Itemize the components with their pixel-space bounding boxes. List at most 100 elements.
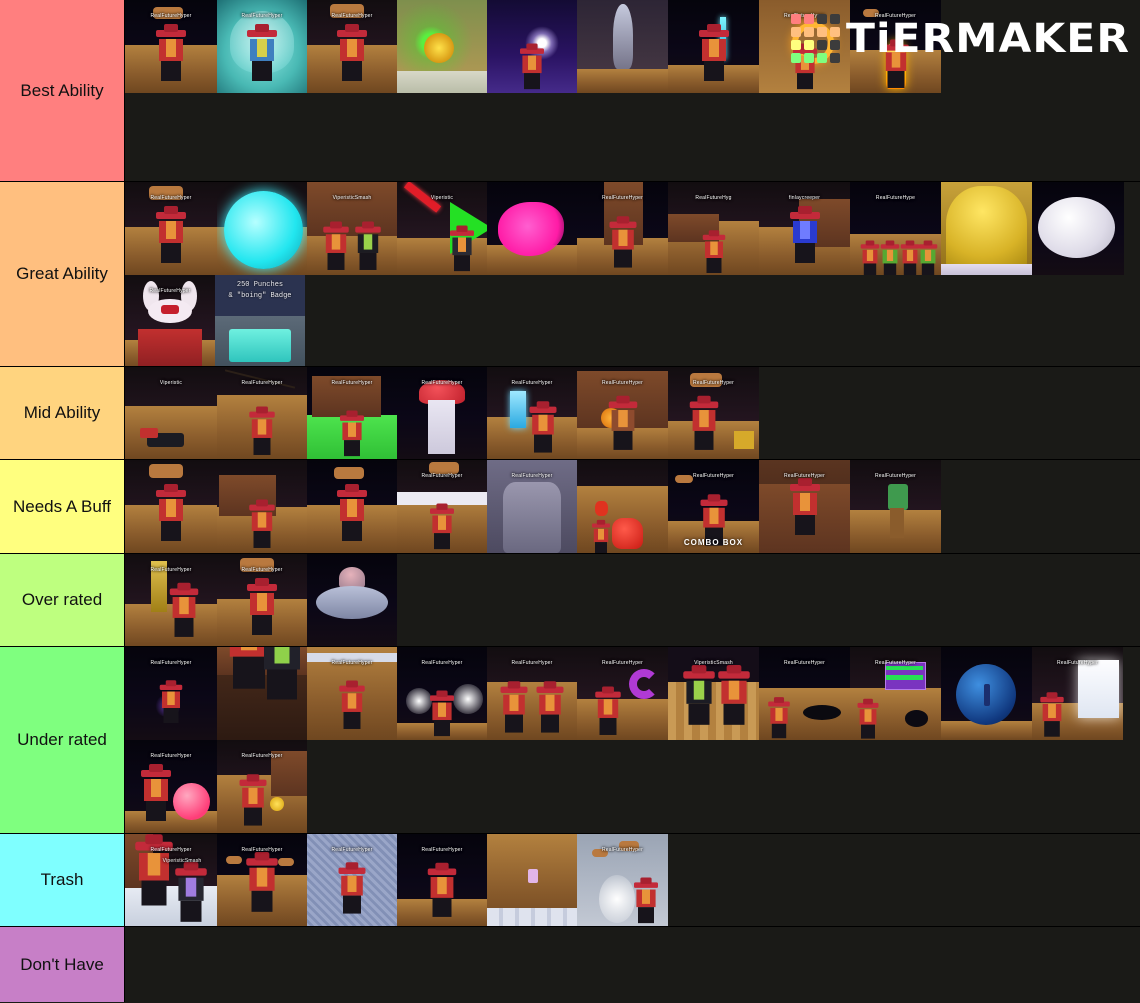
tier-item[interactable] [217,647,307,740]
avatar [426,863,458,918]
tier-item[interactable]: RealFutureHyper [307,647,397,740]
tier-item[interactable]: Viperistic [397,182,487,275]
tier-label-over-rated[interactable]: Over rated [0,554,125,646]
tier-item[interactable]: RealFutureHyper [217,554,307,646]
avatar [245,577,279,636]
tier-item[interactable] [1032,182,1124,275]
tier-label-trash[interactable]: Trash [0,834,125,926]
player-nameplate: RealFutureHype [875,195,916,202]
tier-items-container[interactable]: RealFutureHyper ViperisticSmash Viperistic… [125,182,1140,366]
tier-label-under-rated[interactable]: Under rated [0,647,125,833]
scene-backdrop [577,0,668,93]
tier-label-best-ability[interactable]: Best Ability [0,0,125,181]
avatar [767,697,791,739]
avatar [535,681,566,733]
tier-item[interactable]: RealFutureHyper [759,0,850,93]
tier-item[interactable] [217,182,307,275]
tier-item[interactable] [668,0,759,93]
tier-item[interactable]: RealFutureHyper [125,275,215,366]
tier-item[interactable]: RealFutureHyper [577,834,668,926]
tier-item[interactable] [577,0,668,93]
player-nameplate: RealFutureHyper [150,195,192,202]
tier-item[interactable]: finlaycreeper [759,182,850,275]
tier-item[interactable]: RealFutureHyper [759,647,850,740]
avatar [244,852,280,916]
tier-item[interactable]: ViperisticSmash [307,182,397,275]
tier-item[interactable]: RealFutureHyper [307,367,397,459]
tier-label-needs-a-buff[interactable]: Needs A Buff [0,460,125,553]
tier-item[interactable]: RealFutureHype [850,182,941,275]
player-nameplate: RealFutureHyper [241,380,283,387]
tier-items-container[interactable]: RealFutureHyper ViperisticSmash RealFuture… [125,834,1140,926]
tier-label-great-ability[interactable]: Great Ability [0,182,125,366]
tier-items-container[interactable]: RealFutureHyper RealFutureHyper RealFuture… [125,460,1140,553]
tier-items-container[interactable]: RealFutureHyper RealFutureHyper [125,554,1140,646]
player-nameplate: RealFutureHyper [511,660,553,667]
avatar [716,665,752,729]
tier-item[interactable]: RealFutureHyper [668,367,759,459]
tier-item[interactable] [487,0,577,93]
avatar [238,774,269,826]
tier-item[interactable]: RealFutureHyper [125,182,217,275]
tier-item[interactable]: RealFutureHyg [668,182,759,275]
player-nameplate: Viperistic [430,195,454,202]
tier-item[interactable]: Viperistic [125,367,217,459]
tier-item[interactable]: RealFutureHyper [125,554,217,646]
badge-subtitle: & "boing" Badge [228,291,292,300]
tier-item[interactable]: RealFutureHyper [850,0,941,93]
tier-item[interactable]: RealFutureHyper [759,460,850,553]
tier-item[interactable] [941,182,1032,275]
tier-item[interactable]: RealFutureHyper [850,460,941,553]
avatar [428,690,455,737]
tier-item[interactable]: RealFutureHyper [577,647,668,740]
scene-backdrop [125,460,217,553]
tier-item[interactable]: RealFutureHyper [217,834,307,926]
tier-items-container[interactable]: RealFutureHyper RealFutureHyper RealFuture… [125,647,1140,833]
tier-item[interactable] [397,0,487,93]
tier-item[interactable] [307,460,397,553]
tier-item[interactable]: ViperisticSmash [668,647,759,740]
tier-item[interactable]: RealFutureHyper [125,740,217,833]
tier-items-container[interactable]: Viperistic RealFutureHyper RealFutureHyper… [125,367,1140,459]
tier-item[interactable]: RealFutureHyper [397,460,487,553]
tier-item[interactable] [577,460,668,553]
avatar [338,410,365,457]
tier-item[interactable]: RealFutureHyper [487,367,577,459]
tier-item[interactable] [487,182,577,275]
tier-item[interactable] [941,647,1032,740]
tier-row: Best Ability RealFutureHyper RealFutureHyp… [0,0,1140,182]
tier-item[interactable]: RealFutureHyper [217,0,307,93]
tier-item[interactable] [487,834,577,926]
tier-item[interactable]: RealFutureHyper [487,460,577,553]
tier-item[interactable]: RealFutureHyper [850,647,941,740]
tier-item[interactable] [125,460,217,553]
tier-item[interactable]: RealFutureHyper [397,647,487,740]
tier-item[interactable]: 250 Punches & "boing" Badge [215,275,305,366]
tier-item[interactable] [307,554,397,646]
tier-item[interactable] [217,460,307,553]
tier-item[interactable]: RealFutureHyper [577,182,668,275]
tier-item[interactable]: RealFutureHyper [397,367,487,459]
scene-backdrop [941,182,1032,275]
tier-label-don-t-have[interactable]: Don't Have [0,927,125,1002]
scene-backdrop [577,460,668,553]
tier-label-mid-ability[interactable]: Mid Ability [0,367,125,459]
tier-item[interactable]: RealFutureHyper COMBO BOX [668,460,759,553]
tier-item[interactable]: RealFutureHyper [125,647,217,740]
tier-item[interactable]: RealFutureHyper [1032,647,1123,740]
avatar [518,43,545,90]
tier-item[interactable]: RealFutureHyper [307,834,397,926]
tier-item[interactable]: RealFutureHyper ViperisticSmash [125,834,217,926]
tier-item[interactable]: RealFutureHyper [307,0,397,93]
tier-item[interactable]: RealFutureHyper [397,834,487,926]
tier-items-container[interactable] [125,927,1140,1002]
tier-item[interactable]: RealFutureHyper [577,367,668,459]
tier-item[interactable]: RealFutureHyper [217,740,307,833]
combo-hud-text: COMBO BOX [683,538,744,548]
tier-row: Trash RealFutureHyper ViperisticSmash RealF… [0,834,1140,927]
tier-item[interactable]: RealFutureHyper [217,367,307,459]
tier-item[interactable]: RealFutureHyper [487,647,577,740]
avatar [593,686,622,735]
tier-items-container[interactable]: RealFutureHyper RealFutureHyper RealFuture… [125,0,1140,181]
tier-item[interactable]: RealFutureHyper [125,0,217,93]
